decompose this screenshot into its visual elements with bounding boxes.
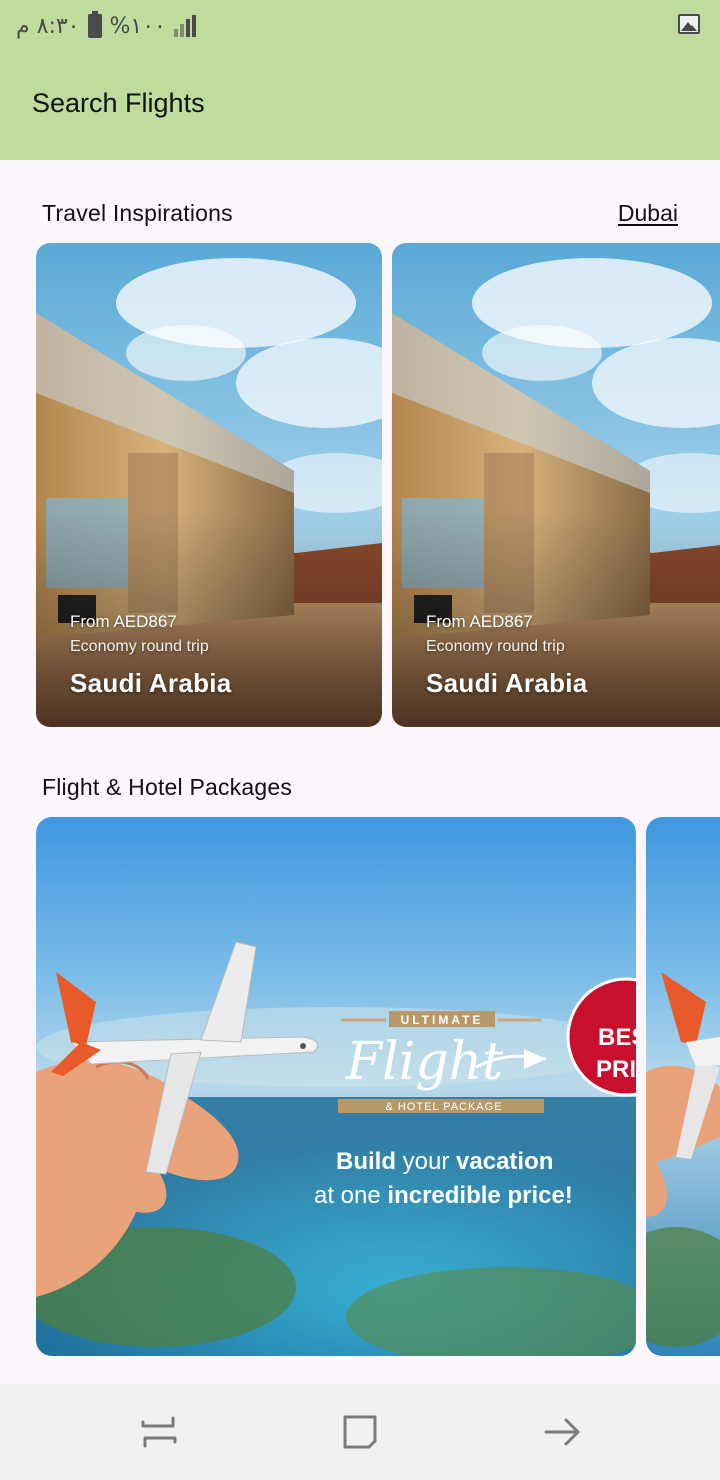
section-title-packages: Flight & Hotel Packages xyxy=(42,774,293,800)
clock: ٨:٣٠ م xyxy=(16,13,80,39)
battery-icon xyxy=(87,11,102,38)
card-destination: Saudi Arabia xyxy=(426,668,588,698)
badge-text-2: PRI xyxy=(596,1056,636,1083)
card-caption: From AED867 Economy round trip Saudi Ara… xyxy=(426,612,588,699)
battery-level: %١٠٠ xyxy=(109,13,166,39)
banner-line-2: at one incredible price! xyxy=(314,1182,573,1209)
card-price: From AED867 xyxy=(426,612,533,631)
inspiration-card[interactable]: From AED867 Economy round trip Saudi Ara… xyxy=(36,243,382,727)
package-card[interactable] xyxy=(646,817,720,1356)
package-banner-image: ULTIMATE Flight & HOTEL PACKAGE Build yo… xyxy=(36,817,636,1356)
banner-script-text: Flight xyxy=(345,1032,503,1092)
city-selector-link[interactable]: Dubai xyxy=(618,200,678,227)
gallery-icon xyxy=(678,14,700,34)
recent-apps-icon[interactable] xyxy=(135,1408,183,1456)
card-trip-type: Economy round trip xyxy=(70,638,209,655)
card-price: From AED867 xyxy=(70,612,177,631)
inspiration-card[interactable]: From AED867 Economy round trip Saudi Ara… xyxy=(392,243,720,727)
back-icon[interactable] xyxy=(538,1408,586,1456)
card-trip-type: Economy round trip xyxy=(426,638,565,655)
section-title-inspirations: Travel Inspirations xyxy=(42,200,233,226)
system-nav-bar xyxy=(0,1384,720,1480)
page-title: Search Flights xyxy=(32,88,205,118)
banner-subtitle: & HOTEL PACKAGE xyxy=(385,1101,502,1113)
app-bar: Search Flights xyxy=(0,52,720,160)
package-banner-image xyxy=(646,817,720,1356)
banner-line-1: Build your vacation xyxy=(336,1148,553,1175)
banner-ribbon-text: ULTIMATE xyxy=(401,1013,484,1027)
signal-icon xyxy=(173,15,196,37)
package-card[interactable]: ULTIMATE Flight & HOTEL PACKAGE Build yo… xyxy=(36,817,636,1356)
badge-text-1: BES xyxy=(598,1024,636,1051)
status-bar: ٨:٣٠ م %١٠٠ xyxy=(0,0,720,52)
card-caption: From AED867 Economy round trip Saudi Ara… xyxy=(70,612,232,699)
card-destination: Saudi Arabia xyxy=(70,668,232,698)
status-indicators: ٨:٣٠ م %١٠٠ xyxy=(16,8,196,44)
home-icon[interactable] xyxy=(336,1408,384,1456)
